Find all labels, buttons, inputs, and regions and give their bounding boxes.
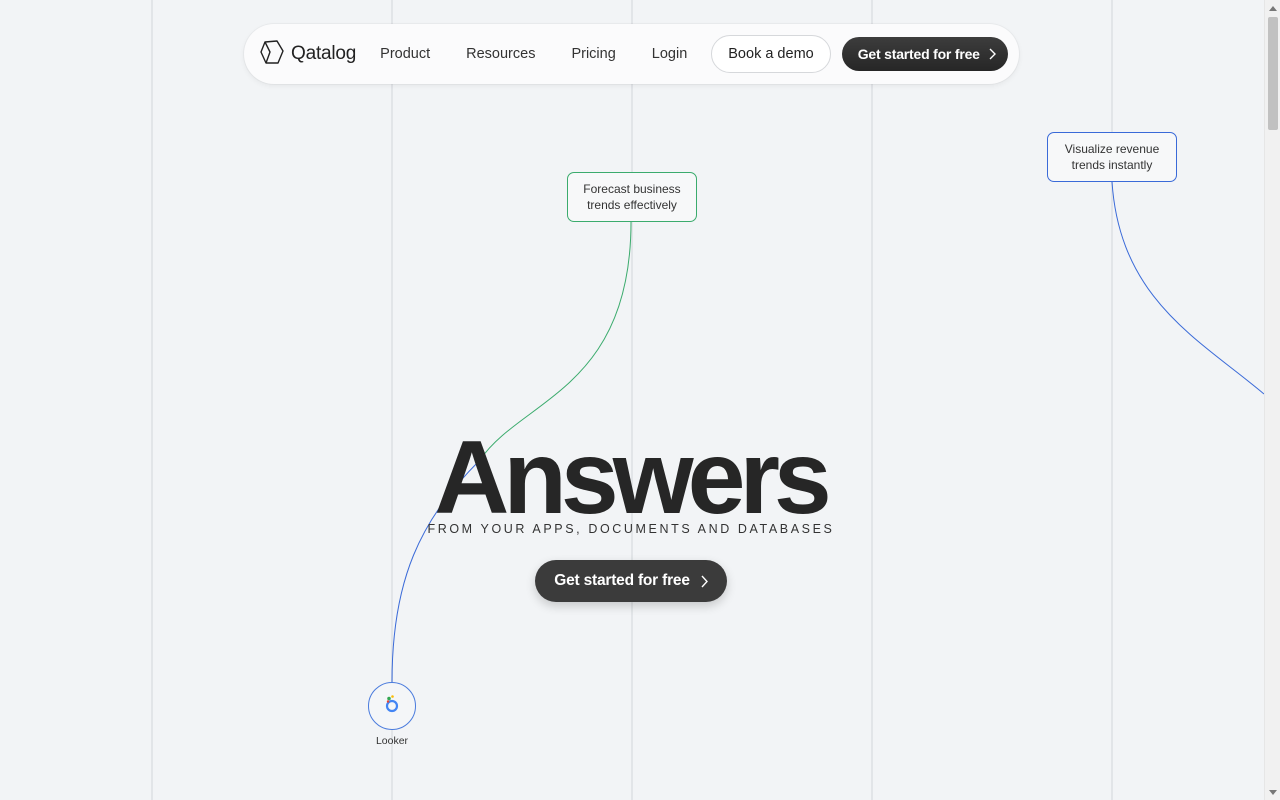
chevron-right-icon — [988, 48, 996, 60]
brand-name: Qatalog — [291, 43, 357, 64]
hero-get-started-button[interactable]: Get started for free — [535, 560, 727, 602]
looker-node[interactable] — [368, 682, 416, 730]
page-scrollbar[interactable] — [1264, 0, 1280, 800]
scroll-thumb[interactable] — [1268, 17, 1278, 130]
grid-line — [1111, 0, 1113, 800]
qatalog-logo-icon — [259, 39, 285, 70]
hero-get-started-label: Get started for free — [554, 572, 690, 589]
grid-line — [391, 0, 393, 800]
scroll-up-icon[interactable] — [1265, 0, 1280, 16]
scroll-down-icon[interactable] — [1265, 784, 1280, 800]
blue-connector-right — [1111, 181, 1264, 395]
hero-subtitle: FROM YOUR APPS, DOCUMENTS AND DATABASES — [427, 522, 835, 536]
nav-get-started-button[interactable]: Get started for free — [841, 37, 1008, 71]
chevron-right-icon — [700, 575, 708, 588]
nav-link-resources[interactable]: Resources — [466, 46, 535, 62]
nav-links: Product Resources Pricing Login — [380, 46, 711, 62]
nav-link-login[interactable]: Login — [652, 46, 687, 62]
nav-link-product[interactable]: Product — [380, 46, 430, 62]
book-demo-button[interactable]: Book a demo — [711, 35, 831, 73]
nav-get-started-label: Get started for free — [857, 46, 980, 62]
nav-link-pricing[interactable]: Pricing — [571, 46, 615, 62]
looker-icon — [383, 693, 401, 720]
looker-label: Looker — [375, 735, 409, 747]
revenue-tooltip: Visualize revenue trends instantly — [1047, 132, 1177, 182]
grid-line — [631, 0, 633, 800]
forecast-tooltip: Forecast business trends effectively — [567, 172, 697, 222]
hero-title: Answers — [434, 420, 832, 536]
grid-line — [151, 0, 153, 800]
brand-logo[interactable]: Qatalog — [259, 39, 356, 70]
top-navbar: Qatalog Product Resources Pricing Login … — [244, 24, 1019, 84]
grid-line — [871, 0, 873, 800]
